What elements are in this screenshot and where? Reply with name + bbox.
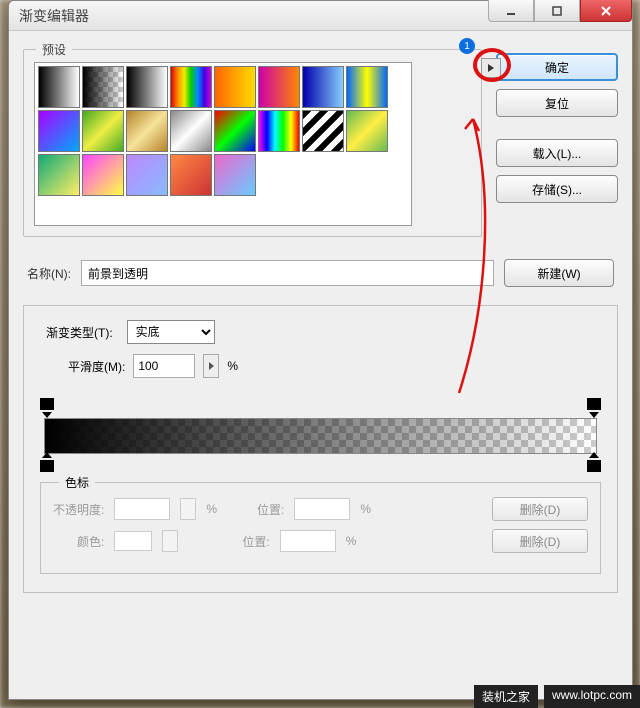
- reset-button[interactable]: 复位: [496, 89, 618, 117]
- name-label: 名称(N):: [27, 265, 71, 282]
- color-stop-right[interactable]: [587, 456, 601, 472]
- preset-swatch[interactable]: [170, 66, 212, 108]
- color-position-label: 位置:: [242, 533, 269, 550]
- opacity-field: [114, 498, 170, 520]
- opacity-stop-right[interactable]: [587, 398, 601, 414]
- new-button[interactable]: 新建(W): [504, 259, 614, 287]
- opacity-position-field: [294, 498, 350, 520]
- maximize-button[interactable]: [534, 0, 580, 22]
- presets-label: 预设: [36, 41, 72, 58]
- preset-swatch[interactable]: [126, 110, 168, 152]
- color-position-field: [280, 530, 336, 552]
- preset-swatch[interactable]: [302, 110, 344, 152]
- preset-swatch[interactable]: [126, 154, 168, 196]
- preset-swatch[interactable]: [82, 154, 124, 196]
- preset-swatch[interactable]: [170, 154, 212, 196]
- smoothness-spinner[interactable]: [203, 354, 219, 378]
- window-title: 渐变编辑器: [19, 6, 89, 26]
- preset-swatch[interactable]: [258, 66, 300, 108]
- preset-swatch[interactable]: [82, 110, 124, 152]
- stops-label: 色标: [59, 474, 95, 491]
- preset-swatch-grid: [34, 62, 412, 226]
- watermark: 装机之家www.lotpc.com: [468, 685, 640, 708]
- gradient-settings-group: 渐变类型(T): 实底 平滑度(M): 100 % 色标 不透明度:: [23, 305, 618, 593]
- preset-swatch[interactable]: [38, 66, 80, 108]
- color-label: 颜色:: [77, 533, 104, 550]
- opacity-label: 不透明度:: [53, 501, 104, 518]
- smoothness-unit: %: [227, 359, 238, 373]
- type-label: 渐变类型(T):: [40, 324, 119, 341]
- preset-swatch[interactable]: [258, 110, 300, 152]
- preset-swatch[interactable]: [346, 110, 388, 152]
- opacity-position-label: 位置:: [257, 501, 284, 518]
- annotation-badge: 1: [459, 38, 475, 54]
- preset-swatch[interactable]: [214, 110, 256, 152]
- color-well: [114, 531, 152, 551]
- preset-swatch[interactable]: [214, 66, 256, 108]
- opacity-spinner: [180, 498, 196, 520]
- preset-swatch[interactable]: [38, 154, 80, 196]
- preset-swatch[interactable]: [346, 66, 388, 108]
- color-spinner: [162, 530, 178, 552]
- preset-swatch[interactable]: [38, 110, 80, 152]
- type-select[interactable]: 实底: [127, 320, 215, 344]
- gradient-bar-area: [40, 396, 601, 474]
- load-button[interactable]: 载入(L)...: [496, 139, 618, 167]
- close-button[interactable]: [580, 0, 632, 22]
- ok-button[interactable]: 确定: [496, 53, 618, 81]
- preset-swatch[interactable]: [126, 66, 168, 108]
- preset-swatch[interactable]: [170, 110, 212, 152]
- preset-swatch[interactable]: [302, 66, 344, 108]
- presets-group: 预设 1: [23, 49, 482, 237]
- preset-swatch[interactable]: [214, 154, 256, 196]
- save-button[interactable]: 存储(S)...: [496, 175, 618, 203]
- gradient-editor-window: 渐变编辑器 预设 1 确定 复位 载入(L)... 存储(S)...: [8, 0, 633, 700]
- color-stop-left[interactable]: [40, 456, 54, 472]
- color-delete-button: 删除(D): [492, 529, 588, 553]
- gradient-bar[interactable]: [44, 418, 597, 454]
- stops-group: 色标 不透明度: % 位置: % 删除(D) 颜色: 位置:: [40, 482, 601, 574]
- presets-flyout-button[interactable]: [481, 58, 501, 78]
- smoothness-label: 平滑度(M):: [68, 358, 125, 375]
- opacity-delete-button: 删除(D): [492, 497, 588, 521]
- titlebar[interactable]: 渐变编辑器: [9, 1, 632, 31]
- name-input[interactable]: [81, 260, 494, 286]
- preset-swatch[interactable]: [82, 66, 124, 108]
- minimize-button[interactable]: [488, 0, 534, 22]
- smoothness-input[interactable]: 100: [133, 354, 195, 378]
- opacity-stop-left[interactable]: [40, 398, 54, 414]
